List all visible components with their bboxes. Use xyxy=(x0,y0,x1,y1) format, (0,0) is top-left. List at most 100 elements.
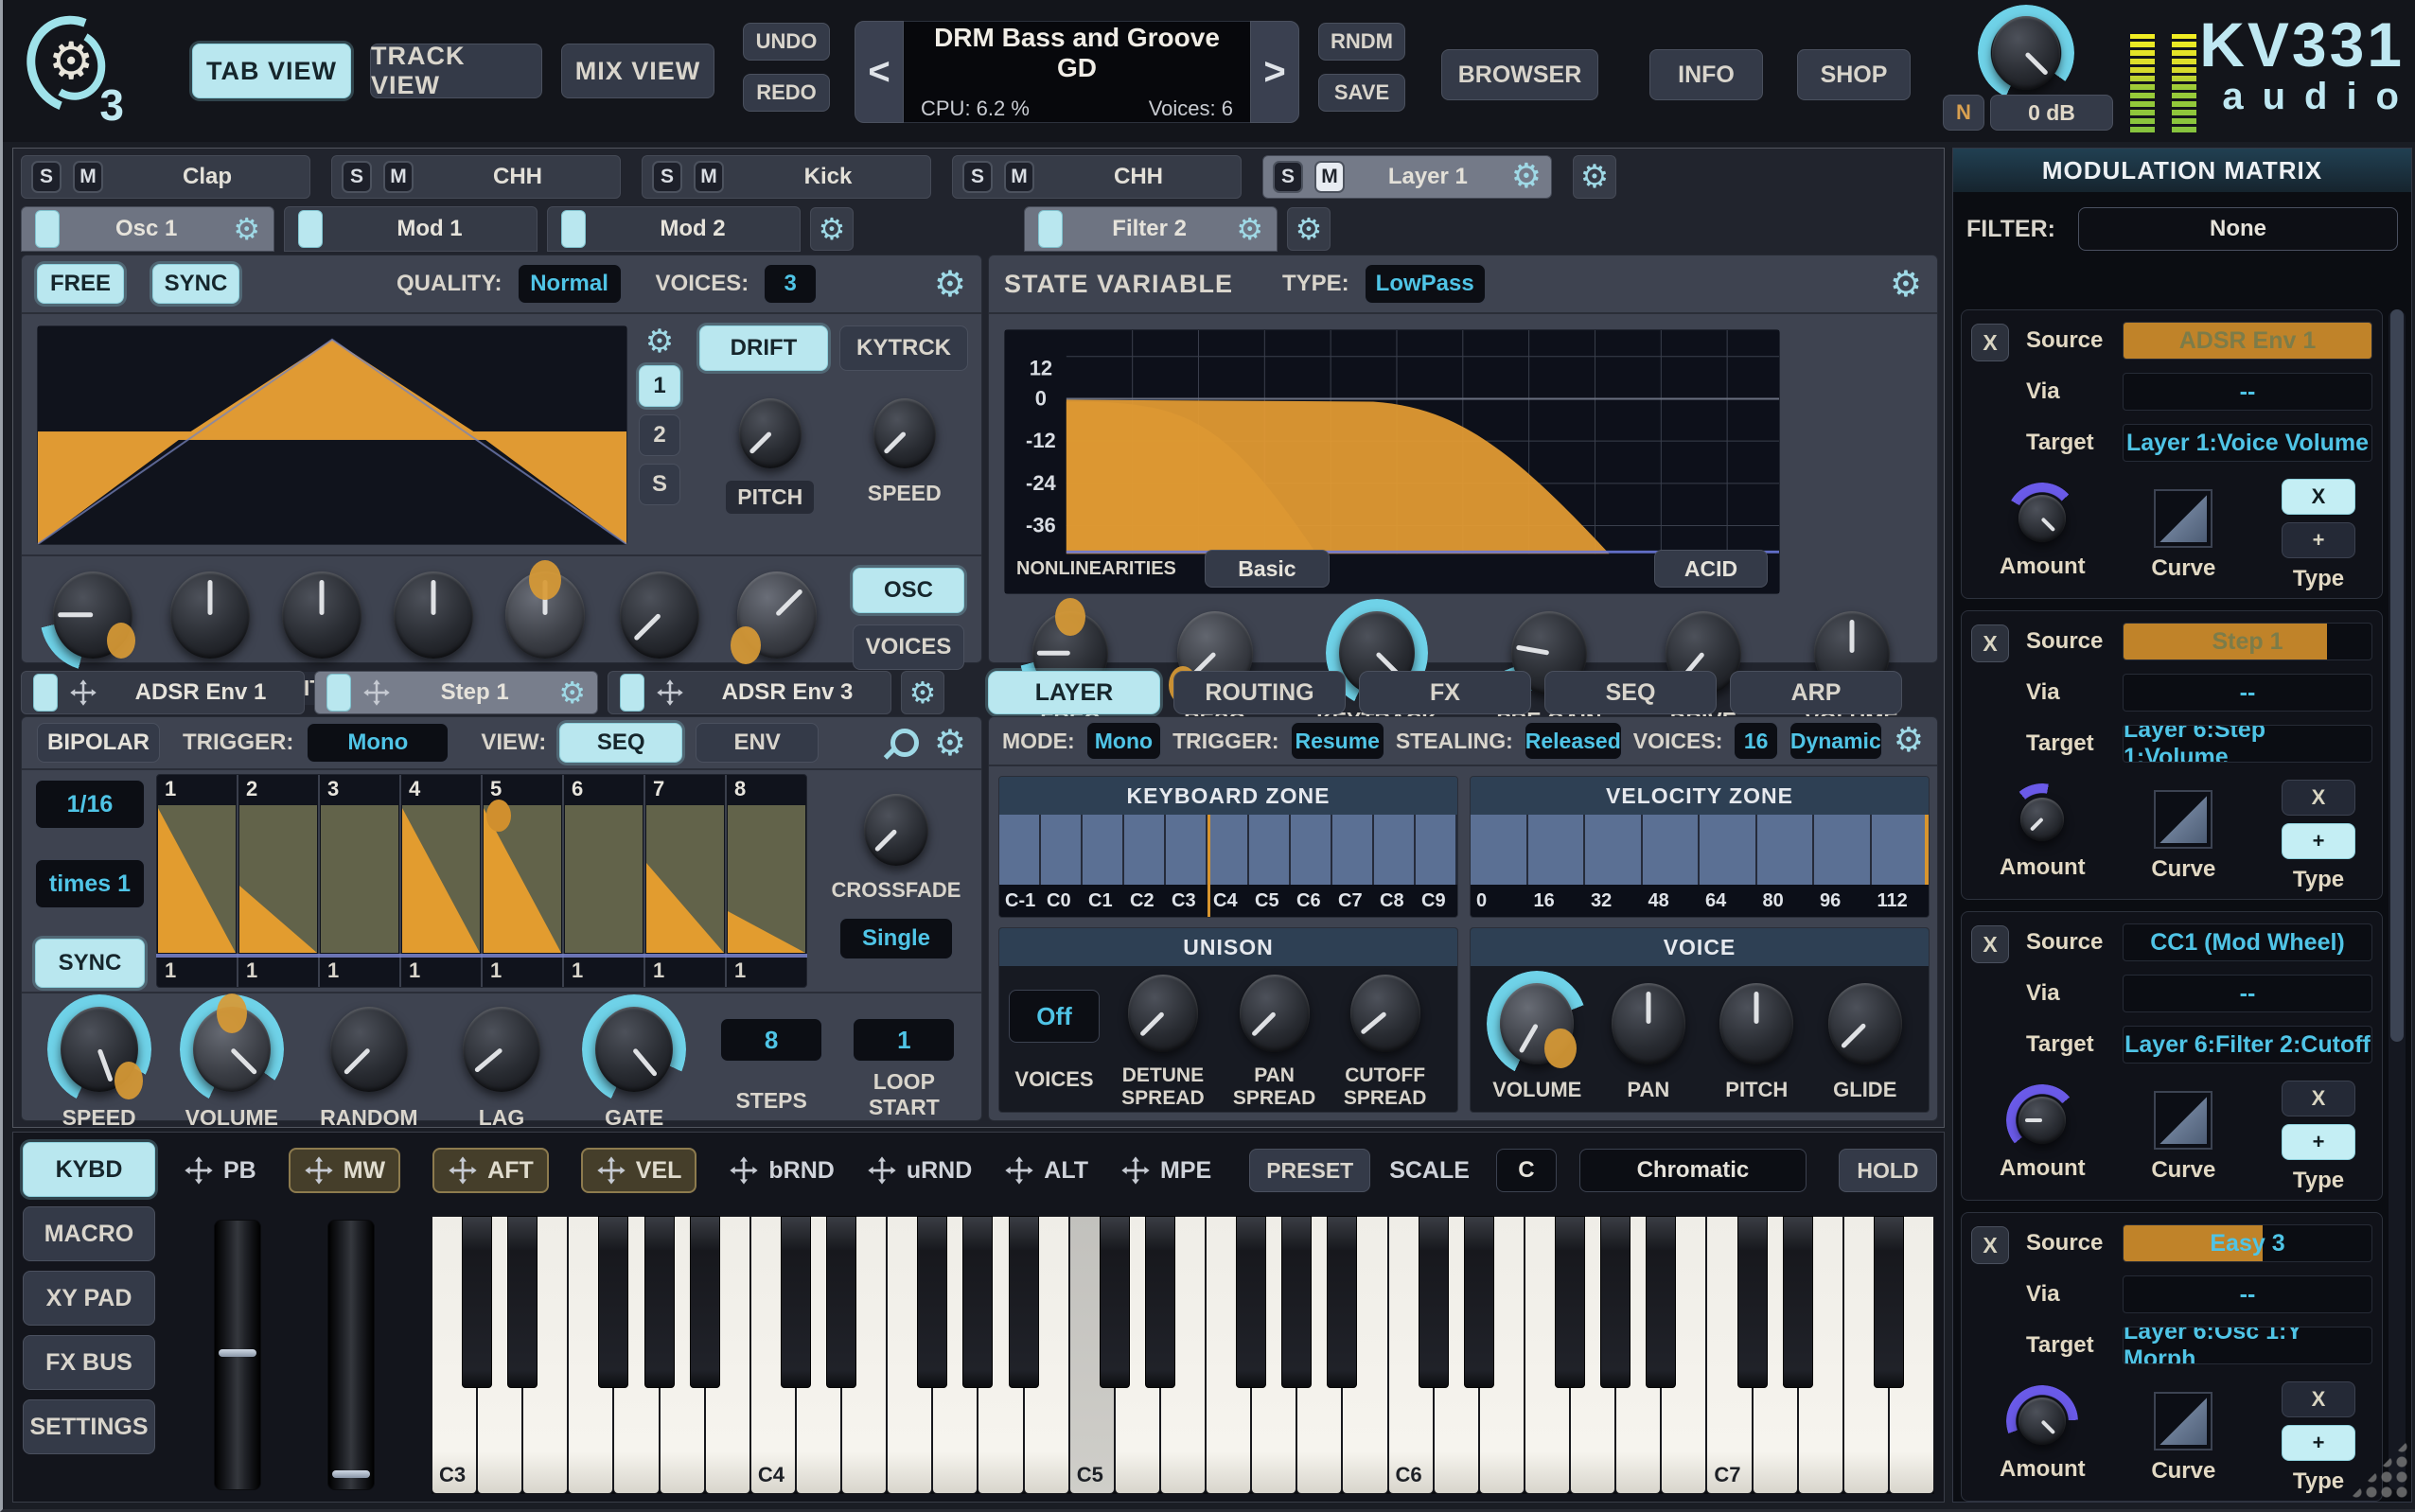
save-button[interactable]: SAVE xyxy=(1318,74,1405,112)
zone-column[interactable]: 32 xyxy=(1585,815,1643,917)
tab-view-button[interactable]: TAB VIEW xyxy=(192,44,351,98)
preset-display[interactable]: DRM Bass and Groove GD CPU: 6.2 % Voices… xyxy=(904,21,1250,123)
seq-view-button[interactable]: SEQ xyxy=(559,723,682,763)
wave-s-button[interactable]: S xyxy=(639,464,680,505)
output-level-display[interactable]: 0 dB xyxy=(1990,95,2113,131)
osc-header-gear-icon[interactable]: ⚙ xyxy=(934,266,966,302)
tab-routing[interactable]: ROUTING xyxy=(1173,671,1346,714)
mix-view-button[interactable]: MIX VIEW xyxy=(561,44,714,98)
remove-slot-button[interactable]: X xyxy=(1971,1226,2009,1264)
zone-column[interactable]: C6 xyxy=(1291,815,1332,917)
quality-value[interactable]: Normal xyxy=(518,264,622,304)
filter-response-display[interactable]: 12 0 -12 -24 -36 NONLINEARITIES Basic AC… xyxy=(1004,329,1780,594)
drift-button[interactable]: DRIFT xyxy=(699,325,828,371)
zone-column[interactable]: C0 xyxy=(1041,815,1083,917)
pitch-bend-wheel[interactable] xyxy=(214,1220,261,1490)
zone-column[interactable]: 48 xyxy=(1643,815,1701,917)
piano-black-key[interactable] xyxy=(826,1216,856,1388)
source-value[interactable]: Step 1 xyxy=(2123,623,2372,660)
free-button[interactable]: FREE xyxy=(37,264,124,304)
curve-icon[interactable] xyxy=(2154,1392,2212,1450)
layer-voices-value[interactable]: 16 xyxy=(1734,722,1778,760)
shop-button[interactable]: SHOP xyxy=(1797,49,1911,100)
env-view-button[interactable]: ENV xyxy=(696,723,819,763)
seq-gate-knob[interactable] xyxy=(591,1003,678,1096)
crossfade-mode[interactable]: Single xyxy=(839,918,953,959)
alt-control[interactable]: ALT xyxy=(1004,1155,1088,1186)
zone-column[interactable]: C-1 xyxy=(999,815,1041,917)
browser-button[interactable]: BROWSER xyxy=(1441,49,1598,100)
scale-preset-button[interactable]: PRESET xyxy=(1249,1149,1370,1192)
zone-column[interactable]: C3 xyxy=(1166,815,1208,917)
detune-spread-knob[interactable] xyxy=(1124,972,1202,1055)
osc-row-gear-button[interactable]: ⚙ xyxy=(810,207,854,251)
enable-indicator[interactable] xyxy=(35,210,60,248)
layer-tab-layer1-selected[interactable]: S M Layer 1 ⚙ xyxy=(1262,155,1552,199)
piano-black-key[interactable] xyxy=(1419,1216,1449,1388)
voices-view-button[interactable]: VOICES xyxy=(853,624,964,670)
piano-black-key[interactable] xyxy=(1236,1216,1266,1388)
preset-name[interactable]: DRM Bass and Groove GD xyxy=(921,23,1233,83)
source-value[interactable]: ADSR Env 1 xyxy=(2123,322,2372,360)
redo-button[interactable]: REDO xyxy=(743,74,830,112)
type-multiply-button[interactable]: X xyxy=(2282,479,2355,515)
via-value[interactable]: -- xyxy=(2123,674,2372,712)
osc-detune-knob[interactable] xyxy=(389,568,478,662)
layer-tab-chh1[interactable]: S M CHH xyxy=(331,155,621,199)
tab-fx[interactable]: FX xyxy=(1359,671,1531,714)
type-add-button[interactable]: + xyxy=(2282,522,2355,558)
unison-voices-value[interactable]: Off xyxy=(1009,990,1100,1043)
source-value[interactable]: Easy 3 xyxy=(2123,1224,2372,1262)
layer-header-gear-icon[interactable]: ⚙ xyxy=(1894,724,1924,758)
sidebar-item-macro[interactable]: MACRO xyxy=(23,1206,155,1261)
rate-value[interactable]: 1/16 xyxy=(35,780,145,829)
normalize-button[interactable]: N xyxy=(1943,95,1984,131)
type-multiply-button[interactable]: X xyxy=(2282,780,2355,816)
drift-speed-knob[interactable] xyxy=(870,396,940,471)
wave-2-button[interactable]: 2 xyxy=(639,414,680,456)
osc-ymorph-knob[interactable] xyxy=(732,568,821,662)
env-row-gear-button[interactable]: ⚙ xyxy=(901,671,944,714)
seq-random-knob[interactable] xyxy=(326,1003,413,1096)
layer-tab-kick[interactable]: S M Kick xyxy=(642,155,931,199)
env-gear-icon[interactable]: ⚙ xyxy=(558,677,586,708)
piano-black-key[interactable] xyxy=(917,1216,947,1388)
sidebar-item-settings[interactable]: SETTINGS xyxy=(23,1399,155,1454)
enable-indicator[interactable] xyxy=(326,674,351,712)
type-multiply-button[interactable]: X xyxy=(2282,1381,2355,1417)
tab-seq[interactable]: SEQ xyxy=(1544,671,1717,714)
osc-gear-icon[interactable]: ⚙ xyxy=(233,214,260,244)
piano-keyboard[interactable]: C3C4C5C6C7 xyxy=(432,1216,1934,1494)
curve-icon[interactable] xyxy=(2154,790,2212,849)
layer-tab-clap[interactable]: S M Clap xyxy=(21,155,310,199)
sidebar-item-fxbus[interactable]: FX BUS xyxy=(23,1335,155,1390)
pb-control[interactable]: PB xyxy=(184,1155,256,1186)
filter-header-gear-icon[interactable]: ⚙ xyxy=(1890,266,1922,302)
zone-column[interactable]: C8 xyxy=(1374,815,1416,917)
filter-gear-icon[interactable]: ⚙ xyxy=(1236,214,1263,244)
osc-voices-value[interactable]: 3 xyxy=(764,264,817,304)
target-value[interactable]: Layer 6:Step 1:Volume xyxy=(2123,725,2372,763)
voice-volume-knob[interactable] xyxy=(1495,979,1578,1068)
piano-black-key[interactable] xyxy=(1100,1216,1130,1388)
zoom-icon[interactable] xyxy=(890,729,919,757)
acid-button[interactable]: ACID xyxy=(1654,550,1768,588)
zone-column[interactable]: 80 xyxy=(1757,815,1815,917)
wave-1-button[interactable]: 1 xyxy=(639,365,680,407)
type-add-button[interactable]: + xyxy=(2282,823,2355,859)
enable-indicator[interactable] xyxy=(561,210,586,248)
zone-column[interactable]: C2 xyxy=(1124,815,1166,917)
matrix-filter-value[interactable]: None xyxy=(2078,207,2398,251)
osc-xmorph-knob[interactable] xyxy=(615,568,704,662)
zone-column[interactable]: C4 xyxy=(1208,815,1249,917)
kytrck-button[interactable]: KYTRCK xyxy=(839,325,968,371)
type-add-button[interactable]: + xyxy=(2282,1425,2355,1461)
piano-black-key[interactable] xyxy=(962,1216,993,1388)
matrix-scrollbar[interactable] xyxy=(2389,309,2406,1490)
times-value[interactable]: times 1 xyxy=(35,859,145,908)
tab-mod1[interactable]: Mod 1 xyxy=(284,206,538,252)
bipolar-button[interactable]: BIPOLAR xyxy=(37,723,160,763)
filter-row-gear-button[interactable]: ⚙ xyxy=(1287,207,1331,251)
piano-black-key[interactable] xyxy=(598,1216,628,1388)
crossfade-knob[interactable] xyxy=(860,791,932,869)
